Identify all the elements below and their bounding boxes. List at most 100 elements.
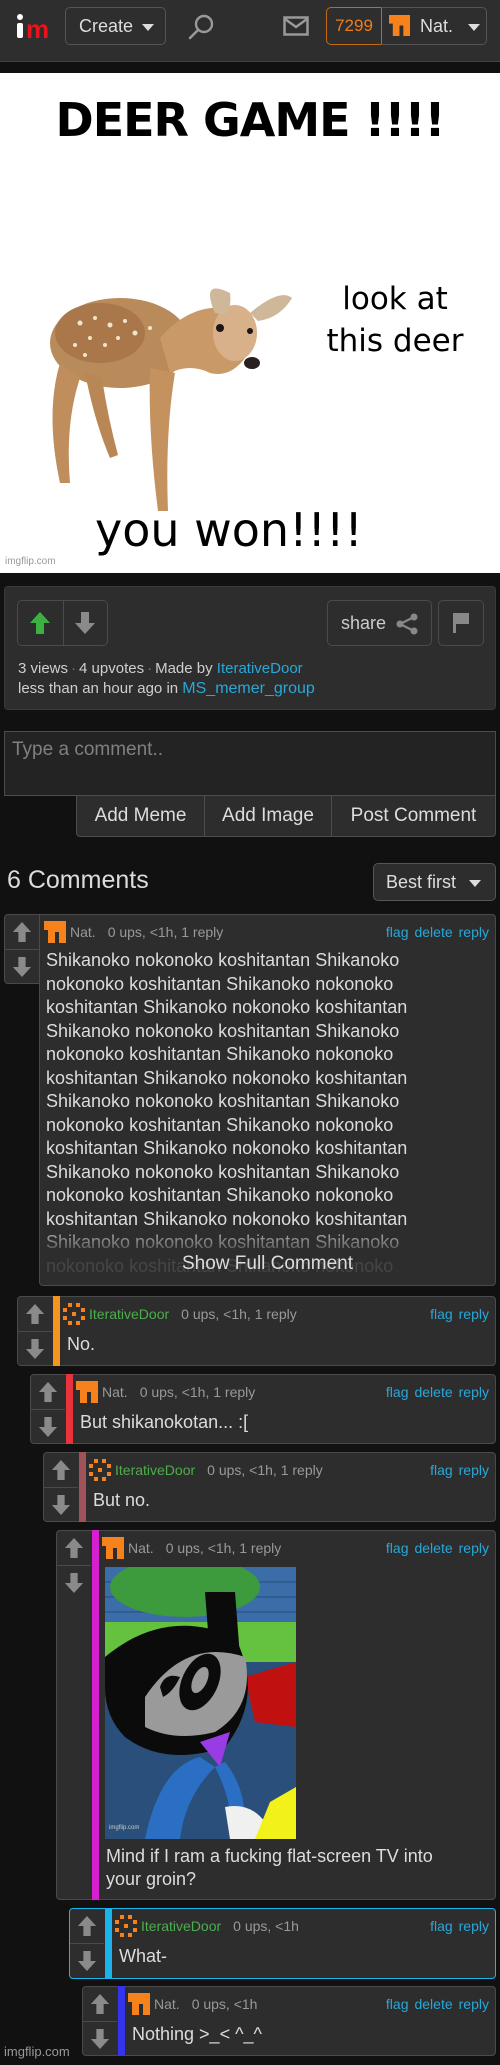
add-meme-button[interactable]: Add Meme: [77, 796, 204, 836]
downvote-arrow-icon: [75, 612, 96, 634]
user-points-badge[interactable]: 7299: [326, 7, 382, 45]
thread-depth-bar: [118, 1986, 125, 2056]
reply-link[interactable]: reply: [459, 1384, 489, 1400]
comment-username[interactable]: Nat.: [102, 1384, 128, 1400]
user-avatar-icon[interactable]: [63, 1303, 85, 1325]
share-button[interactable]: share: [327, 600, 432, 646]
comment-upvote-button[interactable]: [31, 1375, 65, 1409]
flag-link[interactable]: flag: [386, 1384, 409, 1400]
comment-downvote-button[interactable]: [83, 2021, 117, 2055]
comment-username[interactable]: IterativeDoor: [141, 1918, 221, 1934]
flag-link[interactable]: flag: [430, 1918, 453, 1934]
post-author-link[interactable]: IterativeDoor: [217, 660, 303, 677]
add-image-button[interactable]: Add Image: [204, 796, 331, 836]
comment-username[interactable]: Nat.: [128, 1540, 154, 1556]
user-avatar-icon[interactable]: [89, 1459, 111, 1481]
thread-depth-bar: [105, 1908, 112, 1979]
comment-downvote-button[interactable]: [5, 949, 39, 983]
comment-text: But shikanokotan... :[: [80, 1412, 249, 1432]
reply-link[interactable]: reply: [459, 1540, 489, 1556]
create-menu-button[interactable]: Create: [65, 7, 166, 45]
comment-header: IterativeDoor 0 ups, <1h, 1 reply: [89, 1459, 323, 1481]
delete-link[interactable]: delete: [414, 924, 452, 940]
comment-upvote-button[interactable]: [57, 1531, 91, 1565]
comment-header: IterativeDoor 0 ups, <1h, 1 reply: [63, 1303, 297, 1325]
imgflip-logo[interactable]: m: [14, 14, 54, 44]
create-label: Create: [79, 16, 134, 36]
reply-link[interactable]: reply: [459, 1996, 489, 2012]
comment-item: IterativeDoor 0 ups, <1h, 1 reply flag rep…: [17, 1296, 496, 1366]
comment-upvote-button[interactable]: [5, 915, 39, 949]
delete-link[interactable]: delete: [414, 1540, 452, 1556]
reply-link[interactable]: reply: [459, 1306, 489, 1322]
user-avatar-icon[interactable]: [76, 1381, 98, 1403]
flag-link[interactable]: flag: [430, 1306, 453, 1322]
user-avatar-icon[interactable]: [115, 1915, 137, 1937]
delete-link[interactable]: delete: [414, 1384, 452, 1400]
mail-icon[interactable]: [283, 16, 309, 36]
comment-body: Nat. 0 ups, <1h, 1 reply flag delete reply …: [39, 914, 496, 1286]
flag-link[interactable]: flag: [386, 924, 409, 940]
cartoon-character-picture: [105, 1567, 296, 1839]
reply-link[interactable]: reply: [459, 1918, 489, 1934]
meme-image[interactable]: DEER GAME !!!! look at this deer you won…: [0, 73, 500, 573]
comment-item: Nat. 0 ups, <1h flag delete reply Nothing >…: [82, 1986, 496, 2056]
comment-username[interactable]: Nat.: [70, 924, 96, 940]
comment-text: Mind if I ram a fucking flat-screen TV i…: [106, 1846, 433, 1889]
side-text-line: look at: [342, 281, 448, 317]
comment-downvote-button[interactable]: [31, 1409, 65, 1443]
comment-meta: 0 ups, <1h, 1 reply: [165, 1540, 282, 1556]
user-menu-button[interactable]: Nat.: [381, 7, 487, 45]
comment-actions: flag delete reply: [380, 1993, 489, 2015]
comment-actions: flag delete reply: [380, 1537, 489, 1559]
comment-vote-group: [18, 1297, 52, 1365]
downvote-arrow-icon: [25, 1338, 45, 1359]
user-avatar-icon[interactable]: [128, 1993, 150, 2015]
comment-upvote-button[interactable]: [83, 1987, 117, 2021]
comment-username[interactable]: IterativeDoor: [115, 1462, 195, 1478]
deer-picture: [50, 288, 292, 511]
comment-attached-image[interactable]: imgflip.com: [105, 1567, 296, 1839]
comment-upvote-button[interactable]: [44, 1453, 78, 1487]
comment-input[interactable]: [4, 731, 496, 796]
stream-link[interactable]: MS_memer_group: [182, 680, 315, 697]
meme-side-text: look at this deer: [310, 278, 480, 362]
flag-post-button[interactable]: [438, 600, 484, 646]
comment-actions: flag reply: [424, 1915, 489, 1937]
upvote-arrow-icon: [64, 1538, 84, 1558]
comment-username[interactable]: IterativeDoor: [89, 1306, 169, 1322]
upvote-button[interactable]: [18, 601, 63, 645]
comment-vote-group: [31, 1375, 65, 1443]
reply-link[interactable]: reply: [459, 1462, 489, 1478]
sort-comments-dropdown[interactable]: Best first: [373, 863, 496, 901]
comment-downvote-button[interactable]: [18, 1331, 52, 1365]
post-comment-button[interactable]: Post Comment: [331, 796, 495, 836]
delete-link[interactable]: delete: [414, 1996, 452, 2012]
comment-upvote-button[interactable]: [18, 1297, 52, 1331]
comment-vote-group: [83, 1987, 117, 2055]
username-label: Nat.: [420, 16, 454, 36]
flag-link[interactable]: flag: [386, 1996, 409, 2012]
comment-downvote-button[interactable]: [57, 1565, 91, 1599]
share-label: share: [341, 613, 387, 633]
show-full-comment-button[interactable]: Show Full Comment: [40, 1253, 495, 1275]
comments-count: 6 Comments: [7, 866, 149, 894]
flag-link[interactable]: flag: [430, 1462, 453, 1478]
user-avatar-icon[interactable]: [44, 921, 66, 943]
comment-downvote-button[interactable]: [70, 1943, 104, 1977]
comment-username[interactable]: Nat.: [154, 1996, 180, 2012]
comment-upvote-button[interactable]: [70, 1909, 104, 1943]
comment-item: IterativeDoor 0 ups, <1h flag reply What-: [69, 1908, 496, 1979]
downvote-button[interactable]: [62, 601, 108, 645]
upvote-arrow-icon: [12, 922, 32, 942]
comment-text: But no.: [93, 1490, 151, 1510]
reply-link[interactable]: reply: [459, 924, 489, 940]
user-avatar-icon[interactable]: [102, 1537, 124, 1559]
flag-link[interactable]: flag: [386, 1540, 409, 1556]
thread-depth-bar: [66, 1374, 73, 1444]
upvote-arrow-icon: [77, 1916, 97, 1936]
share-icon: [396, 613, 418, 635]
chevron-down-icon: [469, 879, 482, 887]
search-icon[interactable]: [187, 13, 215, 41]
comment-downvote-button[interactable]: [44, 1487, 78, 1521]
